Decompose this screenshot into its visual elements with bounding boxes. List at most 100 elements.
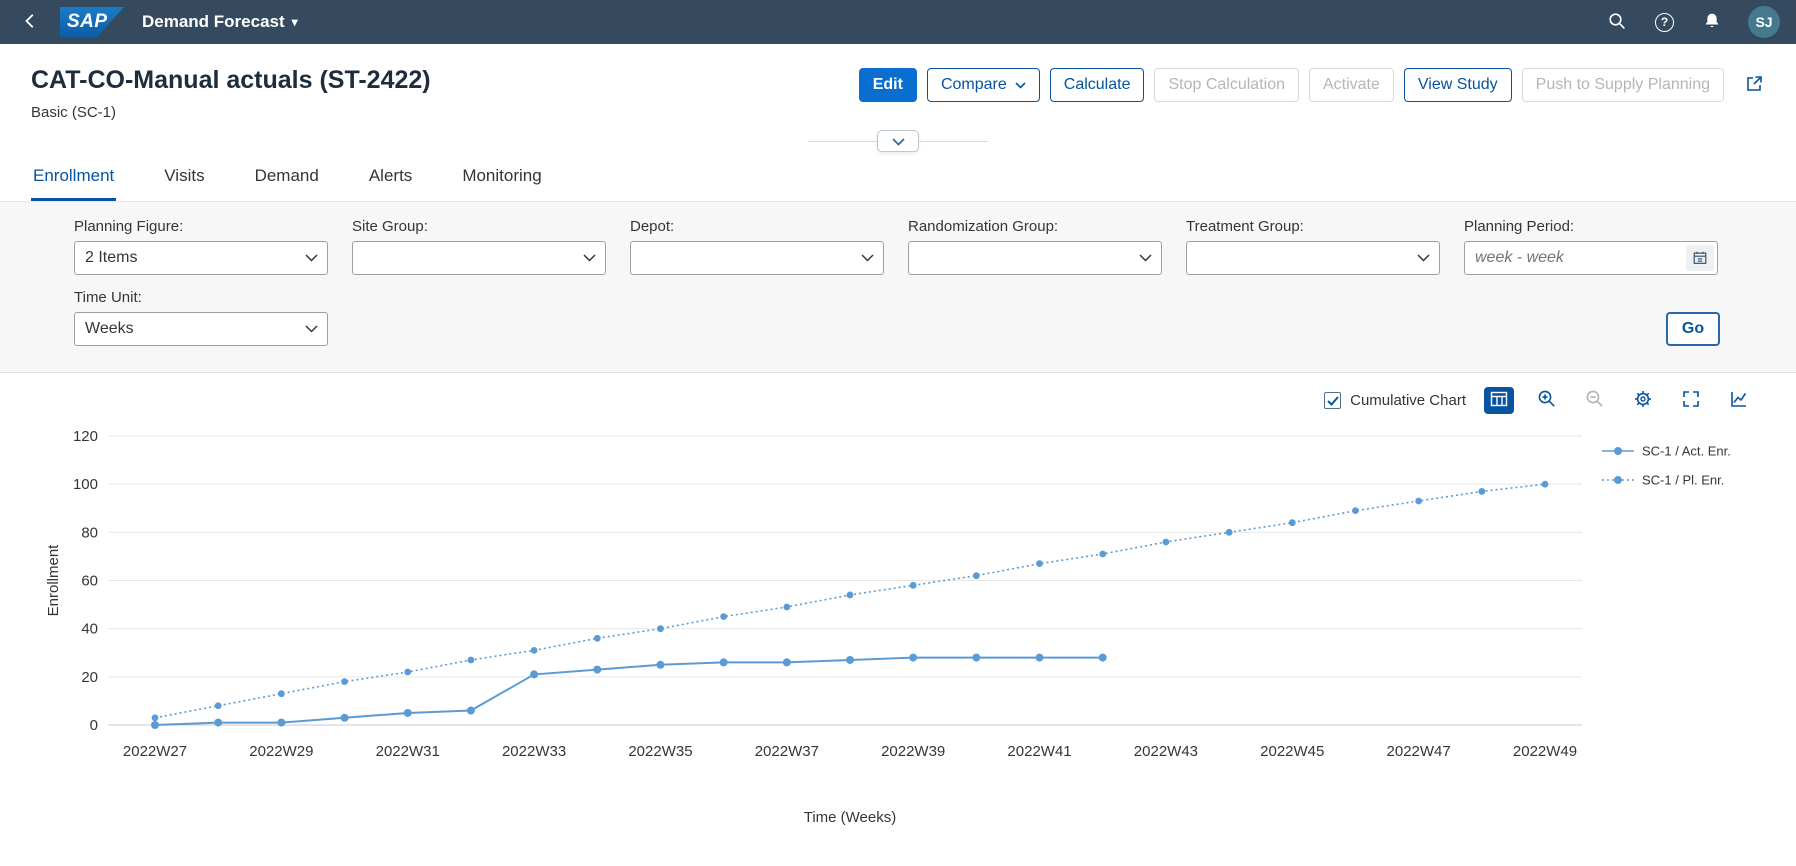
tab-enrollment[interactable]: Enrollment [31,155,116,201]
compare-label: Compare [941,76,1007,94]
svg-text:20: 20 [81,669,98,686]
cumulative-chart-checkbox[interactable] [1324,392,1341,409]
collapse-header-button[interactable] [877,130,919,152]
share-icon [1744,74,1764,97]
table-view-icon [1490,391,1508,410]
randomization-group-select[interactable] [908,241,1162,275]
chevron-down-icon [1015,76,1026,94]
header-actions: Edit Compare Calculate Stop Calculation … [859,68,1766,102]
fullscreen-icon [1681,389,1701,412]
svg-text:2022W33: 2022W33 [502,743,566,760]
page-title: CAT-CO-Manual actuals (ST-2422) [31,66,431,95]
planning-period-label: Planning Period: [1464,218,1718,235]
svg-text:SC-1 / Act. Enr.: SC-1 / Act. Enr. [1642,444,1731,459]
sap-logo: SAP [60,7,124,37]
time-unit-label: Time Unit: [74,289,328,306]
chart-area: 0 20 40 60 80 100 120 2022W27 2022W29 2022W31 2022… [0,418,1796,853]
tab-demand[interactable]: Demand [253,155,321,201]
svg-text:40: 40 [81,621,98,638]
chevron-down-icon [1417,249,1430,267]
chevron-down-icon [305,249,318,267]
svg-text:2022W43: 2022W43 [1134,743,1198,760]
svg-text:2022W37: 2022W37 [755,743,819,760]
app-title-menu[interactable]: Demand Forecast ▾ [142,12,298,32]
depot-select[interactable] [630,241,884,275]
edit-button[interactable]: Edit [859,68,917,102]
chevron-down-icon [583,249,596,267]
svg-text:60: 60 [81,573,98,590]
activate-button[interactable]: Activate [1309,68,1394,102]
time-unit-select[interactable]: Weeks [74,312,328,346]
push-to-supply-planning-button[interactable]: Push to Supply Planning [1522,68,1724,102]
svg-text:2022W39: 2022W39 [881,743,945,760]
go-button[interactable]: Go [1666,312,1720,346]
table-view-button[interactable] [1484,387,1514,414]
chart-toolbar: Cumulative Chart [0,373,1796,418]
svg-text:120: 120 [73,428,98,445]
tab-bar: Enrollment Visits Demand Alerts Monitori… [0,155,1796,202]
svg-text:2022W45: 2022W45 [1260,743,1324,760]
zoom-in-button[interactable] [1532,387,1562,414]
cumulative-chart-toggle[interactable]: Cumulative Chart [1324,392,1466,409]
stop-calculation-button[interactable]: Stop Calculation [1154,68,1299,102]
svg-text:2022W29: 2022W29 [249,743,313,760]
svg-text:Time (Weeks): Time (Weeks) [804,809,897,826]
treatment-group-label: Treatment Group: [1186,218,1440,235]
chevron-left-icon [22,12,40,33]
view-study-button[interactable]: View Study [1404,68,1512,102]
fullscreen-button[interactable] [1676,387,1706,414]
svg-text:Enrollment: Enrollment [45,544,62,617]
svg-text:2022W27: 2022W27 [123,743,187,760]
help-icon: ? [1655,13,1674,32]
sap-logo-text: SAP [67,11,108,33]
planning-figure-select[interactable]: 2 Items [74,241,328,275]
svg-text:0: 0 [90,717,98,734]
treatment-group-select[interactable] [1186,241,1440,275]
calculate-button[interactable]: Calculate [1050,68,1145,102]
avatar[interactable]: SJ [1748,6,1780,38]
settings-button[interactable] [1628,387,1658,414]
app-title: Demand Forecast [142,12,285,32]
randomization-group-label: Randomization Group: [908,218,1162,235]
cumulative-chart-label: Cumulative Chart [1350,392,1466,409]
svg-text:2022W49: 2022W49 [1513,743,1577,760]
zoom-out-button[interactable] [1580,387,1610,414]
avatar-initials: SJ [1755,14,1772,30]
svg-text:80: 80 [81,524,98,541]
site-group-label: Site Group: [352,218,606,235]
enrollment-chart: 0 20 40 60 80 100 120 2022W27 2022W29 2022W31 2022… [0,418,1796,848]
tab-alerts[interactable]: Alerts [367,155,414,201]
search-icon [1607,11,1627,34]
depot-label: Depot: [630,218,884,235]
zoom-out-icon [1585,389,1605,412]
calendar-icon[interactable] [1686,245,1714,271]
help-button[interactable]: ? [1653,11,1676,34]
share-button[interactable] [1742,72,1766,99]
chart-type-icon [1729,389,1749,412]
chart-type-button[interactable] [1724,387,1754,414]
shell-bar: SAP Demand Forecast ▾ ? SJ [0,0,1796,44]
chevron-down-icon [892,134,905,149]
search-button[interactable] [1605,9,1629,36]
notifications-button[interactable] [1700,9,1724,36]
page-subtitle: Basic (SC-1) [31,104,431,121]
header-collapse-row [0,129,1796,153]
bell-icon [1702,11,1722,34]
planning-figure-label: Planning Figure: [74,218,328,235]
chevron-down-icon [861,249,874,267]
svg-text:2022W31: 2022W31 [376,743,440,760]
filter-bar: Planning Figure: 2 Items Site Group: Dep… [0,202,1796,373]
back-button[interactable] [20,10,42,35]
planning-period-input[interactable]: week - week [1464,241,1718,275]
svg-text:SC-1 / Pl. Enr.: SC-1 / Pl. Enr. [1642,473,1724,488]
site-group-select[interactable] [352,241,606,275]
svg-text:100: 100 [73,476,98,493]
svg-text:2022W41: 2022W41 [1007,743,1071,760]
page-header: CAT-CO-Manual actuals (ST-2422) Basic (S… [0,44,1796,121]
tab-monitoring[interactable]: Monitoring [460,155,543,201]
chevron-down-icon: ▾ [292,16,298,28]
tab-visits[interactable]: Visits [162,155,206,201]
compare-button[interactable]: Compare [927,68,1040,102]
gear-icon [1633,389,1653,412]
chevron-down-icon [305,320,318,338]
